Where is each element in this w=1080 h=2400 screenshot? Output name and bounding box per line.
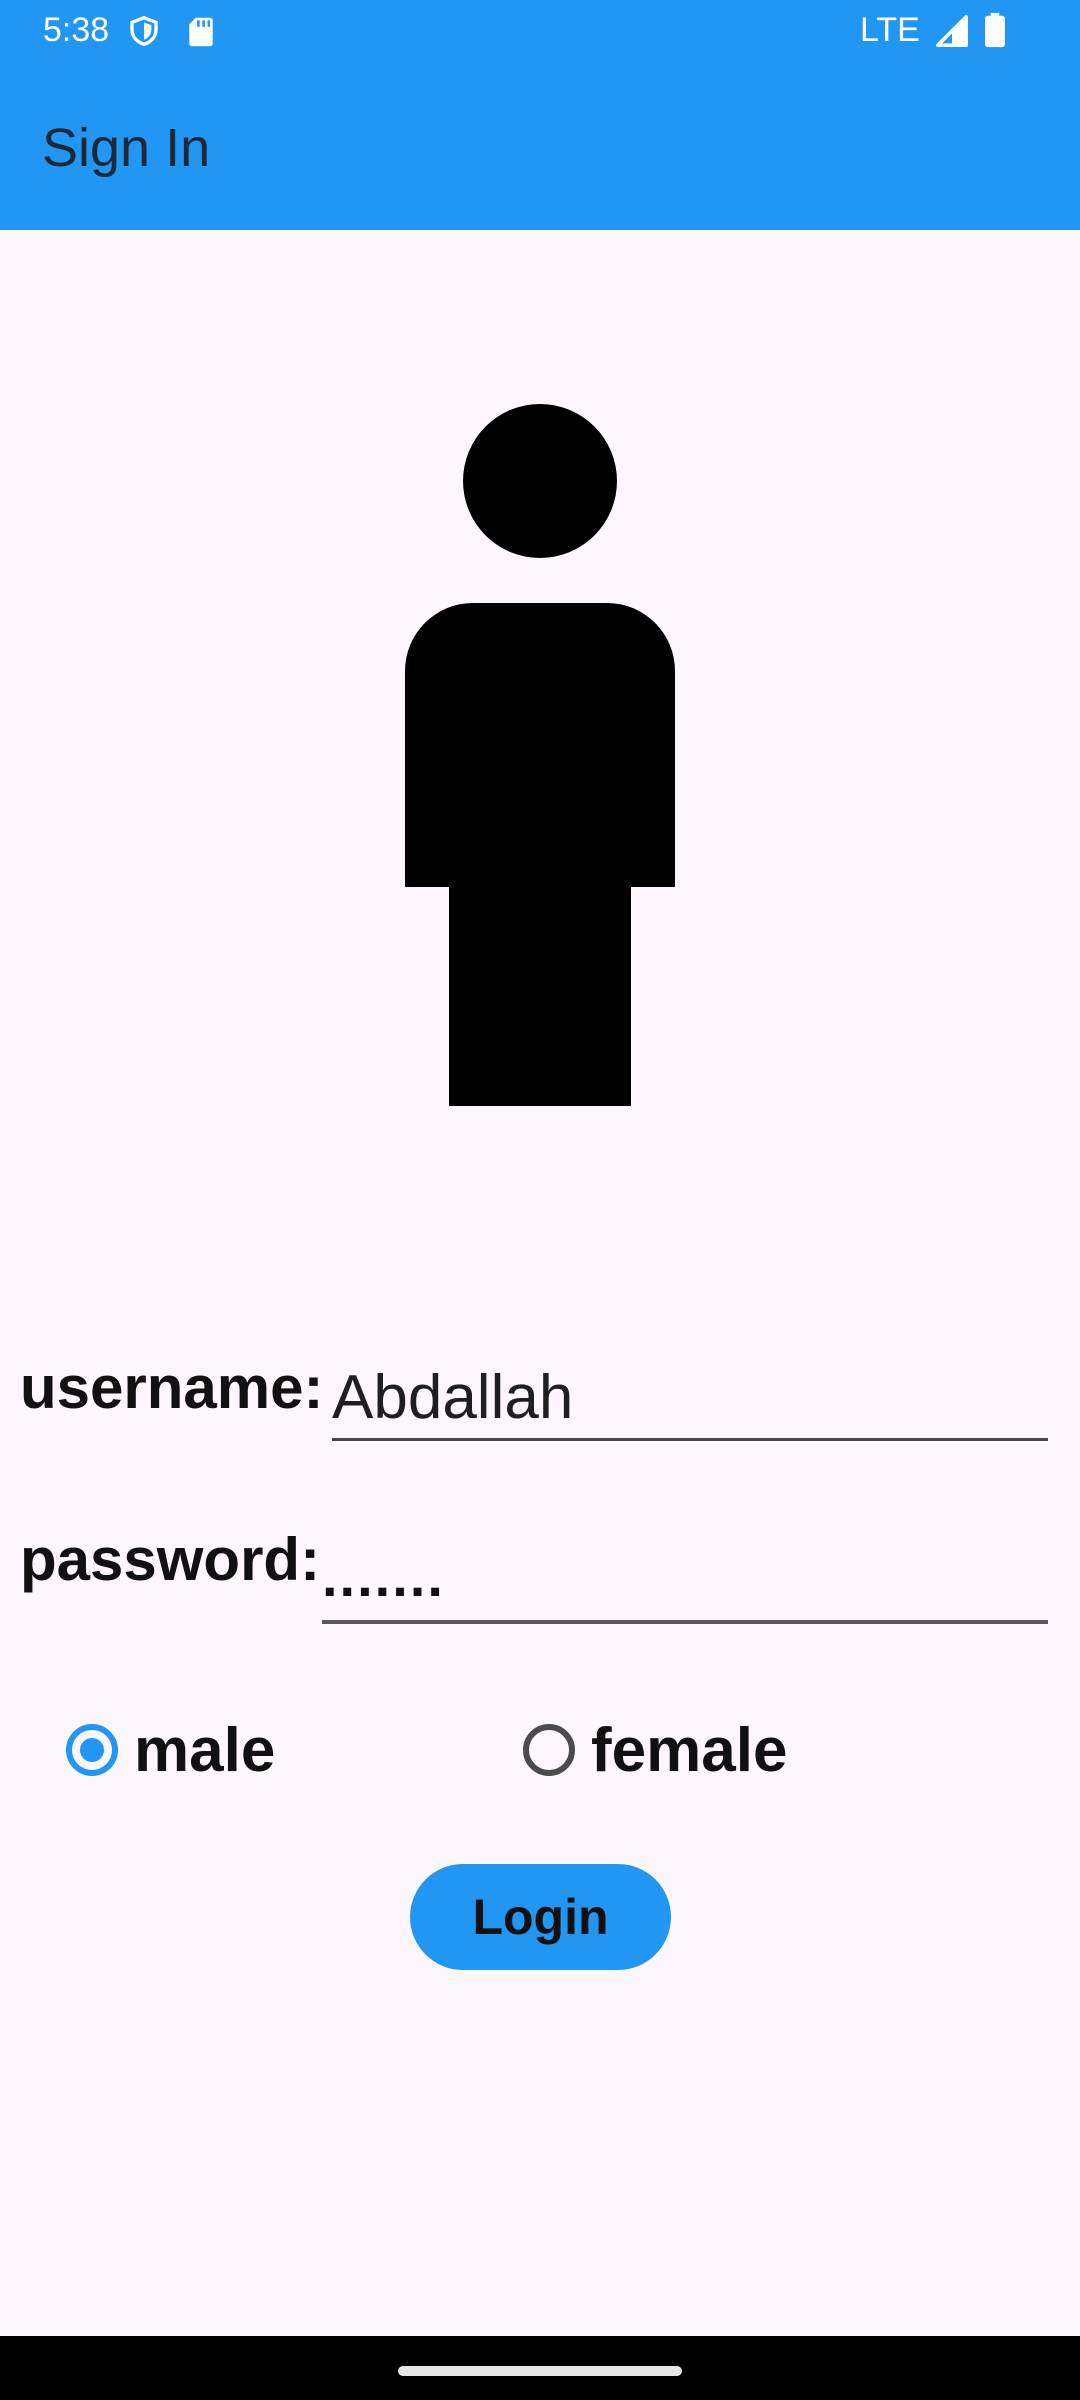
radio-female[interactable]: female [523, 1700, 787, 1800]
radio-female-button[interactable] [523, 1724, 575, 1776]
shield-icon [130, 15, 158, 47]
username-input[interactable] [332, 1356, 1048, 1441]
signal-icon [936, 15, 968, 47]
navigation-bar [0, 2336, 1080, 2400]
status-bar: 5:38 LTE [0, 0, 1080, 60]
gender-radio-group: male female [0, 1700, 1080, 1800]
status-time: 5:38 [43, 11, 110, 49]
radio-male[interactable]: male [66, 1700, 275, 1800]
person-icon [405, 404, 675, 1106]
username-label: username: [20, 1354, 324, 1421]
home-gesture-handle[interactable] [398, 2366, 682, 2376]
password-input[interactable] [322, 1532, 1048, 1624]
battery-icon [985, 12, 1005, 48]
app-bar: Sign In [0, 60, 1080, 230]
radio-male-label[interactable]: male [134, 1715, 275, 1786]
page-title: Sign In [42, 118, 211, 178]
sd-card-icon [189, 17, 213, 47]
radio-female-label[interactable]: female [591, 1715, 787, 1786]
network-type: LTE [860, 11, 920, 49]
login-button[interactable]: Login [410, 1864, 671, 1970]
radio-male-button[interactable] [66, 1724, 118, 1776]
password-label: password: [20, 1526, 321, 1593]
